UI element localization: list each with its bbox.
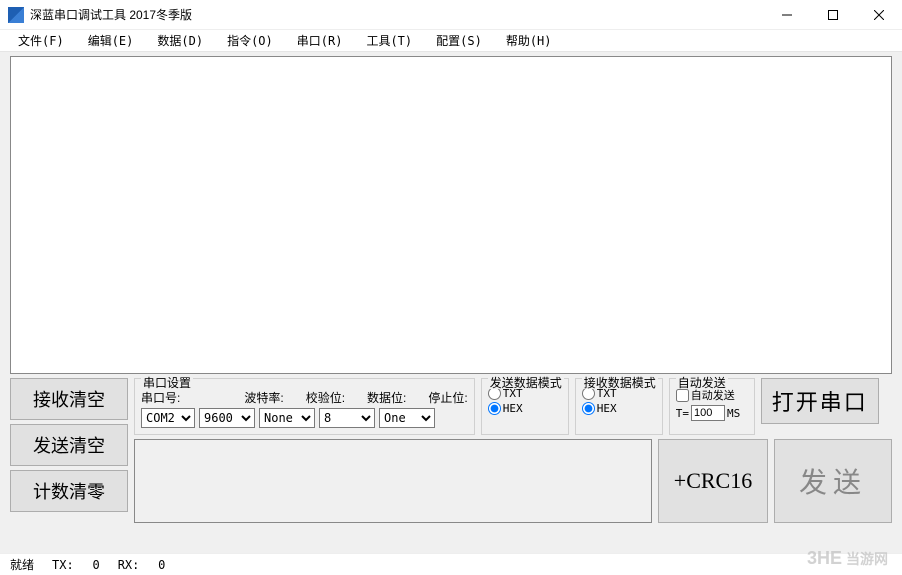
middle-column: 串口设置 串口号: 波特率: 校验位: 数据位: 停止位: COM2 9600 …	[134, 378, 892, 523]
auto-send-unit: MS	[727, 407, 740, 420]
statusbar: 就绪 TX: 0 RX: 0	[0, 553, 902, 575]
tx-mode-hex-radio[interactable]: HEX	[488, 402, 562, 415]
menu-tools[interactable]: 工具(T)	[354, 30, 424, 51]
send-textarea[interactable]	[134, 439, 652, 523]
receive-textarea[interactable]	[10, 56, 892, 374]
settings-row: 串口设置 串口号: 波特率: 校验位: 数据位: 停止位: COM2 9600 …	[134, 378, 892, 435]
parity-select[interactable]: None	[259, 408, 315, 428]
maximize-button[interactable]	[810, 0, 856, 30]
close-button[interactable]	[856, 0, 902, 30]
status-tx: TX: 0	[52, 558, 100, 572]
auto-send-legend: 自动发送	[676, 377, 728, 389]
serial-settings-legend: 串口设置	[141, 377, 193, 389]
rx-mode-fieldset: 接收数据模式 TXT HEX	[575, 378, 663, 435]
menu-help[interactable]: 帮助(H)	[494, 30, 564, 51]
menu-file[interactable]: 文件(F)	[6, 30, 76, 51]
auto-send-fieldset: 自动发送 自动发送 T= MS	[669, 378, 755, 435]
baud-label: 波特率:	[244, 389, 283, 406]
bottom-panel: 接收清空 发送清空 计数清零 串口设置 串口号: 波特率: 校验位: 数据位: …	[0, 378, 902, 527]
menu-data[interactable]: 数据(D)	[145, 30, 215, 51]
tx-mode-legend: 发送数据模式	[488, 377, 564, 389]
auto-send-interval-input[interactable]	[691, 405, 725, 421]
clear-receive-button[interactable]: 接收清空	[10, 378, 128, 420]
status-ready: 就绪	[10, 556, 34, 573]
menu-instruction[interactable]: 指令(O)	[215, 30, 285, 51]
open-port-button[interactable]: 打开串口	[761, 378, 879, 424]
left-buttons: 接收清空 发送清空 计数清零	[10, 378, 128, 523]
databits-select[interactable]: 8	[319, 408, 375, 428]
titlebar: 深蓝串口调试工具 2017冬季版	[0, 0, 902, 30]
parity-label: 校验位:	[306, 389, 345, 406]
auto-send-t-prefix: T=	[676, 407, 689, 420]
app-icon	[8, 7, 24, 23]
clear-send-button[interactable]: 发送清空	[10, 424, 128, 466]
menu-serial[interactable]: 串口(R)	[285, 30, 355, 51]
menu-config[interactable]: 配置(S)	[424, 30, 494, 51]
crc16-button[interactable]: +CRC16	[658, 439, 768, 523]
port-label: 串口号:	[141, 389, 180, 406]
send-row: +CRC16 发送	[134, 439, 892, 523]
rx-mode-legend: 接收数据模式	[582, 377, 658, 389]
port-select[interactable]: COM2	[141, 408, 195, 428]
menubar: 文件(F) 编辑(E) 数据(D) 指令(O) 串口(R) 工具(T) 配置(S…	[0, 30, 902, 52]
stopbits-select[interactable]: One	[379, 408, 435, 428]
minimize-button[interactable]	[764, 0, 810, 30]
baud-select[interactable]: 9600	[199, 408, 255, 428]
status-rx: RX: 0	[118, 558, 166, 572]
window-title: 深蓝串口调试工具 2017冬季版	[30, 6, 764, 23]
menu-edit[interactable]: 编辑(E)	[76, 30, 146, 51]
stopbits-label: 停止位:	[428, 389, 467, 406]
serial-settings-fieldset: 串口设置 串口号: 波特率: 校验位: 数据位: 停止位: COM2 9600 …	[134, 378, 475, 435]
send-button[interactable]: 发送	[774, 439, 892, 523]
window-controls	[764, 0, 902, 29]
databits-label: 数据位:	[367, 389, 406, 406]
reset-count-button[interactable]: 计数清零	[10, 470, 128, 512]
rx-mode-hex-radio[interactable]: HEX	[582, 402, 656, 415]
tx-mode-fieldset: 发送数据模式 TXT HEX	[481, 378, 569, 435]
